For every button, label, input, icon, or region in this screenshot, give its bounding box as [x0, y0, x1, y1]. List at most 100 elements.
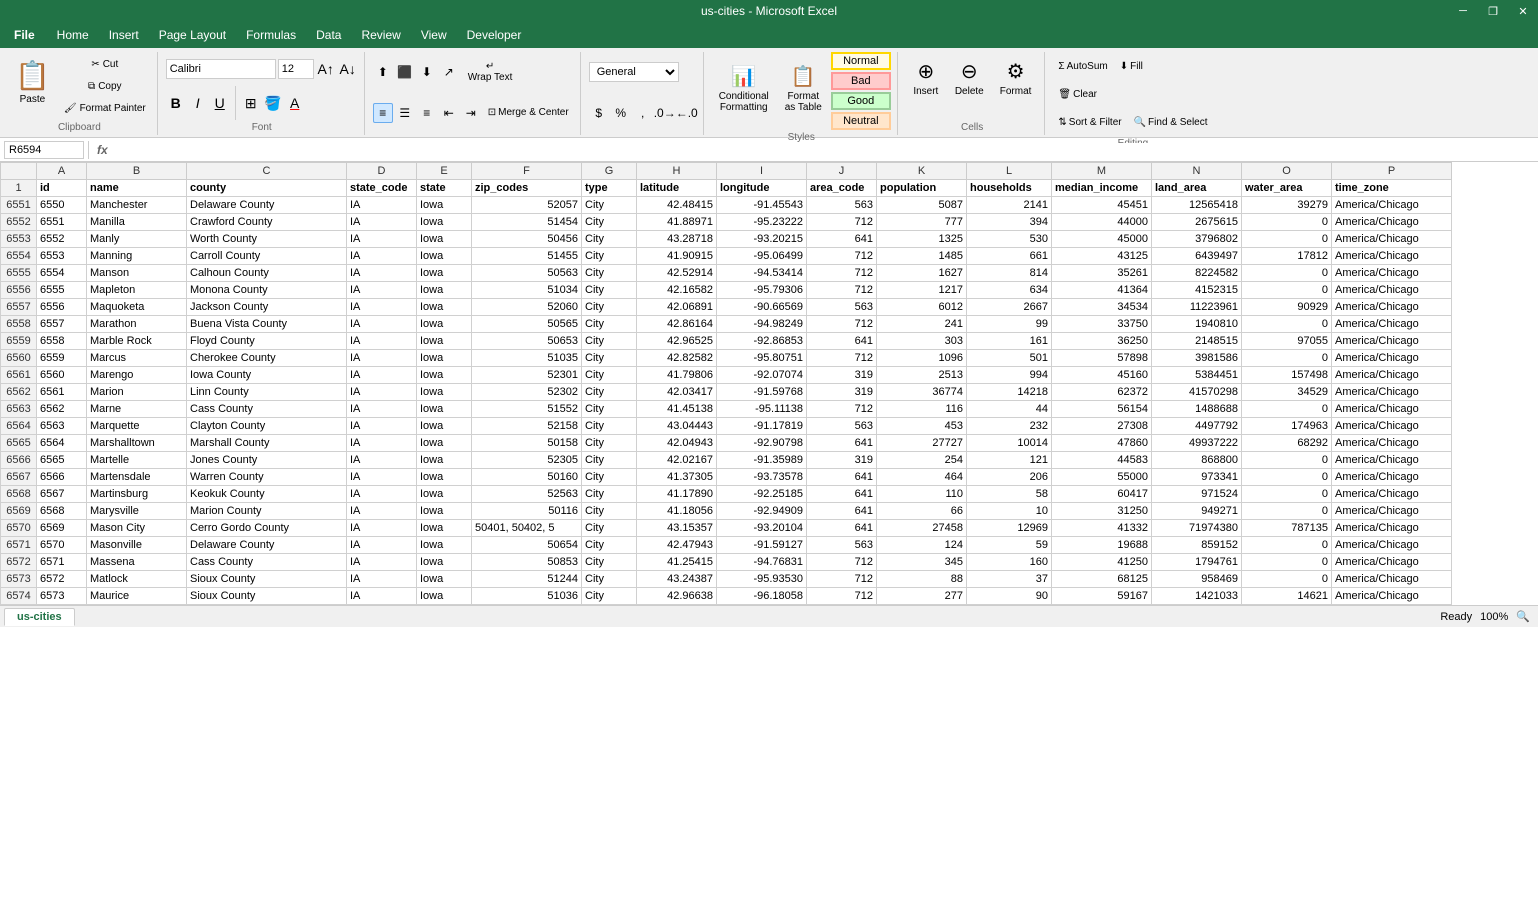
cell[interactable]: 563: [807, 537, 877, 554]
col-header-K[interactable]: K: [877, 163, 967, 180]
cell[interactable]: 52305: [472, 452, 582, 469]
cell[interactable]: IA: [347, 435, 417, 452]
decrease-indent-btn[interactable]: ⇤: [439, 103, 459, 123]
cell[interactable]: 42.82582: [637, 350, 717, 367]
formula-input[interactable]: [112, 143, 1534, 157]
cell[interactable]: Iowa: [417, 503, 472, 520]
cell[interactable]: Clayton County: [187, 418, 347, 435]
row-header-6563[interactable]: 6563: [1, 401, 37, 418]
autosum-btn[interactable]: Σ AutoSum: [1053, 52, 1112, 80]
cell[interactable]: 31250: [1052, 503, 1152, 520]
cell[interactable]: America/Chicago: [1332, 571, 1452, 588]
decrease-decimal-btn[interactable]: ←.0: [677, 103, 697, 123]
row-header-6568[interactable]: 6568: [1, 486, 37, 503]
cell[interactable]: 0: [1242, 469, 1332, 486]
cell[interactable]: IA: [347, 231, 417, 248]
cell[interactable]: Jackson County: [187, 299, 347, 316]
cell[interactable]: 41.17890: [637, 486, 717, 503]
cell[interactable]: 55000: [1052, 469, 1152, 486]
menu-home[interactable]: Home: [47, 22, 99, 48]
cell[interactable]: Iowa: [417, 248, 472, 265]
row-header-6565[interactable]: 6565: [1, 435, 37, 452]
cell[interactable]: 1488688: [1152, 401, 1242, 418]
align-left-btn[interactable]: ≡: [373, 103, 393, 123]
cell[interactable]: America/Chicago: [1332, 452, 1452, 469]
cell[interactable]: Marne: [87, 401, 187, 418]
cell[interactable]: America/Chicago: [1332, 537, 1452, 554]
cell[interactable]: 1421033: [1152, 588, 1242, 605]
row-header-6566[interactable]: 6566: [1, 452, 37, 469]
cell[interactable]: America/Chicago: [1332, 265, 1452, 282]
cell[interactable]: America/Chicago: [1332, 197, 1452, 214]
cell[interactable]: 50563: [472, 265, 582, 282]
col-header-E[interactable]: E: [417, 163, 472, 180]
cell[interactable]: Cass County: [187, 554, 347, 571]
cell[interactable]: 41570298: [1152, 384, 1242, 401]
cell[interactable]: 394: [967, 214, 1052, 231]
cell[interactable]: Iowa: [417, 469, 472, 486]
cell[interactable]: IA: [347, 350, 417, 367]
cell[interactable]: 563: [807, 197, 877, 214]
header-cell-name[interactable]: name: [87, 180, 187, 197]
cell[interactable]: 52057: [472, 197, 582, 214]
cell[interactable]: America/Chicago: [1332, 316, 1452, 333]
cell[interactable]: 35261: [1052, 265, 1152, 282]
format-btn[interactable]: ⚙ Format: [993, 54, 1039, 118]
find-select-btn[interactable]: 🔍 Find & Select: [1129, 108, 1213, 136]
cell[interactable]: -91.59768: [717, 384, 807, 401]
cell[interactable]: America/Chicago: [1332, 435, 1452, 452]
cell[interactable]: -95.06499: [717, 248, 807, 265]
cell[interactable]: Iowa: [417, 333, 472, 350]
cell[interactable]: 1325: [877, 231, 967, 248]
cell[interactable]: IA: [347, 554, 417, 571]
align-middle-btn[interactable]: ⬛: [395, 62, 415, 82]
cell[interactable]: 2667: [967, 299, 1052, 316]
wrap-text-btn[interactable]: ↵ Wrap Text: [461, 58, 520, 86]
cell[interactable]: America/Chicago: [1332, 231, 1452, 248]
row-header-6552[interactable]: 6552: [1, 214, 37, 231]
cell[interactable]: 99: [967, 316, 1052, 333]
cell[interactable]: 712: [807, 554, 877, 571]
cell[interactable]: 859152: [1152, 537, 1242, 554]
cell[interactable]: 1794761: [1152, 554, 1242, 571]
cell[interactable]: Iowa: [417, 316, 472, 333]
header-cell-county[interactable]: county: [187, 180, 347, 197]
header-cell-latitude[interactable]: latitude: [637, 180, 717, 197]
cell[interactable]: 41.90915: [637, 248, 717, 265]
cell[interactable]: Linn County: [187, 384, 347, 401]
cell[interactable]: America/Chicago: [1332, 503, 1452, 520]
cell[interactable]: City: [582, 537, 637, 554]
row-header-6562[interactable]: 6562: [1, 384, 37, 401]
menu-formulas[interactable]: Formulas: [236, 22, 306, 48]
cell[interactable]: Warren County: [187, 469, 347, 486]
cell[interactable]: 27458: [877, 520, 967, 537]
cell[interactable]: City: [582, 282, 637, 299]
cell[interactable]: 6569: [37, 520, 87, 537]
cell[interactable]: Martinsburg: [87, 486, 187, 503]
zoom-slider[interactable]: 🔍: [1516, 610, 1530, 623]
file-menu[interactable]: File: [2, 22, 47, 48]
cell[interactable]: City: [582, 469, 637, 486]
cell[interactable]: IA: [347, 316, 417, 333]
cell[interactable]: 97055: [1242, 333, 1332, 350]
cell[interactable]: 949271: [1152, 503, 1242, 520]
cell[interactable]: Marshall County: [187, 435, 347, 452]
cell[interactable]: America/Chicago: [1332, 333, 1452, 350]
cell[interactable]: 0: [1242, 231, 1332, 248]
cell[interactable]: America/Chicago: [1332, 248, 1452, 265]
cell[interactable]: 68292: [1242, 435, 1332, 452]
row-header-6572[interactable]: 6572: [1, 554, 37, 571]
cell[interactable]: 0: [1242, 214, 1332, 231]
col-header-M[interactable]: M: [1052, 163, 1152, 180]
cell[interactable]: IA: [347, 520, 417, 537]
cell[interactable]: 6554: [37, 265, 87, 282]
cell[interactable]: 42.52914: [637, 265, 717, 282]
cell[interactable]: 42.96638: [637, 588, 717, 605]
cell[interactable]: 58: [967, 486, 1052, 503]
cell[interactable]: 0: [1242, 401, 1332, 418]
cell[interactable]: 59167: [1052, 588, 1152, 605]
fill-color-btn[interactable]: 🪣: [263, 93, 283, 113]
cell[interactable]: -92.07074: [717, 367, 807, 384]
cell[interactable]: City: [582, 265, 637, 282]
cell[interactable]: City: [582, 299, 637, 316]
